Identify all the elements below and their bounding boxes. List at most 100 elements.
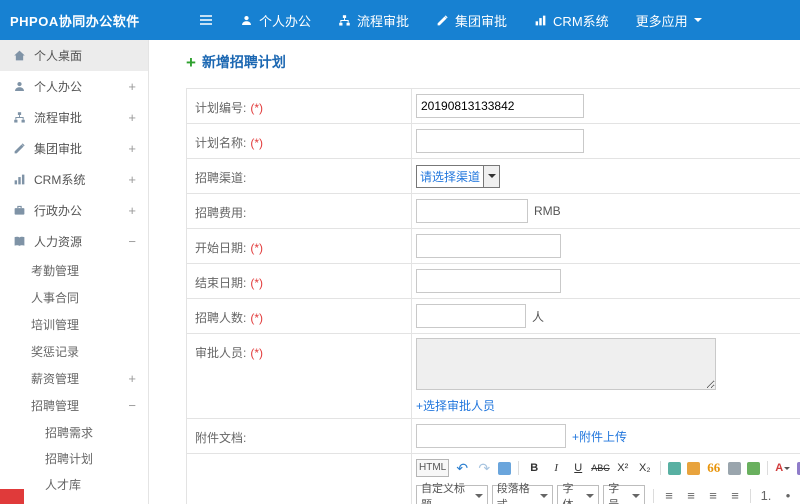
align-right-button[interactable]: ≡ <box>702 487 724 504</box>
underline-button[interactable]: U <box>567 459 589 477</box>
form-row: 计划名称: (*) <box>187 124 800 159</box>
annotate-button[interactable] <box>746 461 760 475</box>
recruit-cost-input[interactable] <box>416 199 528 223</box>
field-label: 计划编号: (*) <box>187 89 412 123</box>
topnav-label: 更多应用 <box>635 13 688 29</box>
flow-icon <box>338 14 351 27</box>
align-left-button[interactable]: ≡ <box>658 487 680 504</box>
sidebar-item-attendance-mgmt[interactable]: 考勤管理 <box>0 257 148 284</box>
form-row: 附件文档: +附件上传 <box>187 419 800 454</box>
format-brush-button[interactable] <box>686 461 700 475</box>
form-row: 招聘人数: (*) 人 <box>187 299 800 334</box>
form-row: 招聘渠道: 请选择渠道 <box>187 159 800 194</box>
sidebar-item-admin-office[interactable]: 行政办公 + <box>0 195 148 226</box>
html-source-button[interactable]: HTML <box>416 459 450 477</box>
sidebar-item-recruit-plan[interactable]: 招聘计划 <box>0 445 148 471</box>
required-mark: (*) <box>250 276 264 290</box>
sidebar: 个人桌面 个人办公 + 流程审批 + 集团审批 + CRM系统 + 行政办公 + <box>0 40 149 504</box>
editor-toolbar-row1: HTML ↶ ↷ B I U ABC X² X₂ 66 A <box>412 454 800 480</box>
recruit-channel-select[interactable]: 请选择渠道 <box>416 164 501 188</box>
justify-button[interactable]: ≡ <box>724 487 746 504</box>
plan-number-input[interactable] <box>416 94 584 118</box>
sidebar-item-personal-office[interactable]: 个人办公 + <box>0 71 148 102</box>
align-center-button[interactable]: ≡ <box>680 487 702 504</box>
sidebar-item-label: 集团审批 <box>34 142 83 156</box>
caret-down-icon <box>474 494 483 502</box>
strikethrough-button[interactable]: ABC <box>589 459 612 477</box>
sidebar-toggle-button[interactable] <box>198 12 214 28</box>
italic-button[interactable]: I <box>545 459 567 477</box>
field-label: 招聘人数: (*) <box>187 299 412 333</box>
form-row: 开始日期: (*) <box>187 229 800 264</box>
sidebar-item-salary-mgmt[interactable]: 薪资管理 + <box>0 365 148 392</box>
caret-down-icon <box>784 467 791 473</box>
subscript-button[interactable]: X₂ <box>634 459 656 477</box>
chart-icon <box>534 14 547 27</box>
expand-sign: + <box>128 371 136 386</box>
attachment-input[interactable] <box>416 424 566 448</box>
plan-name-input[interactable] <box>416 129 584 153</box>
undo-button[interactable]: ↶ <box>451 459 473 477</box>
required-mark: (*) <box>250 311 264 325</box>
field-label: 开始日期: (*) <box>187 229 412 263</box>
search-replace-button[interactable] <box>498 461 512 475</box>
sidebar-item-workflow-approval[interactable]: 流程审批 + <box>0 102 148 133</box>
superscript-button[interactable]: X² <box>612 459 634 477</box>
bold-button[interactable]: B <box>523 459 545 477</box>
redo-button[interactable]: ↷ <box>473 459 495 477</box>
form-row: 结束日期: (*) <box>187 264 800 299</box>
sidebar-item-hr-contract[interactable]: 人事合同 <box>0 284 148 311</box>
app-brand: PHPOA协同办公软件 <box>10 13 140 29</box>
sidebar-item-label: 人力资源 <box>34 235 83 249</box>
ordered-list-button[interactable]: 1. <box>755 487 777 504</box>
recruit-plan-form: 计划编号:(*) 计划名称:(*) 招聘渠道: <box>186 88 800 504</box>
toolbar-separator <box>766 461 768 475</box>
sidebar-item-label: 流程审批 <box>34 111 83 125</box>
sidebar-item-label: 培训管理 <box>31 318 80 332</box>
edit-icon <box>13 142 26 155</box>
sidebar-item-label: 人事合同 <box>31 291 80 305</box>
sidebar-item-group-approval[interactable]: 集团审批 + <box>0 133 148 164</box>
chart-icon <box>13 173 26 186</box>
field-label: 招聘渠道: <box>187 159 412 193</box>
topnav-more-apps[interactable]: 更多应用 <box>636 11 702 30</box>
headcount-input[interactable] <box>416 304 526 328</box>
sidebar-item-recruit-demand[interactable]: 招聘需求 <box>0 419 148 445</box>
topnav-crm-system[interactable]: CRM系统 <box>534 11 609 30</box>
sidebar-item-label: 个人桌面 <box>34 49 83 63</box>
sidebar-bottom-red-badge <box>0 489 24 504</box>
remove-format-button[interactable] <box>667 461 681 475</box>
sidebar-item-label: 考勤管理 <box>31 264 80 278</box>
sidebar-item-crm-system[interactable]: CRM系统 + <box>0 164 148 195</box>
sidebar-item-label: 个人办公 <box>34 80 83 94</box>
top-nav: 个人办公 流程审批 集团审批 CRM系统 更多应用 <box>240 11 729 30</box>
sidebar-item-human-resources[interactable]: 人力资源 − <box>0 226 148 257</box>
form-row: 招聘费用: RMB <box>187 194 800 229</box>
unordered-list-button[interactable]: • <box>777 487 799 504</box>
blockquote-button[interactable]: 66 <box>703 459 725 477</box>
expand-sign: + <box>128 141 136 156</box>
start-date-input[interactable] <box>416 234 561 258</box>
sidebar-item-reward-punishment[interactable]: 奖惩记录 <box>0 338 148 365</box>
sidebar-item-recruit-mgmt[interactable]: 招聘管理 − <box>0 392 148 419</box>
sidebar-item-label: 奖惩记录 <box>31 345 80 359</box>
heading-style-select[interactable]: 自定义标题 <box>416 483 488 504</box>
font-family-select[interactable]: 字体 <box>557 483 600 504</box>
toolbar-separator <box>659 461 661 475</box>
font-color-button[interactable]: A <box>772 459 794 477</box>
choose-approvers-link[interactable]: +选择审批人员 <box>416 397 495 414</box>
end-date-input[interactable] <box>416 269 561 293</box>
sidebar-item-training-mgmt[interactable]: 培训管理 <box>0 311 148 338</box>
approvers-textarea[interactable] <box>416 338 716 390</box>
sidebar-item-personal-desktop[interactable]: 个人桌面 <box>0 40 148 71</box>
topnav-workflow-approval[interactable]: 流程审批 <box>338 11 409 30</box>
field-label: 附件文档: <box>187 419 412 453</box>
font-size-select[interactable]: 字号 <box>603 483 645 504</box>
attachment-upload-link[interactable]: +附件上传 <box>572 428 627 445</box>
topnav-group-approval[interactable]: 集团审批 <box>436 11 507 30</box>
main-content: + 新增招聘计划 计划编号:(*) 计划名称:(*) <box>149 40 800 504</box>
paste-button[interactable] <box>727 461 741 475</box>
sidebar-item-label: 薪资管理 <box>31 372 80 386</box>
topnav-personal-office[interactable]: 个人办公 <box>240 11 311 30</box>
paragraph-format-select[interactable]: 段落格式 <box>491 483 554 504</box>
